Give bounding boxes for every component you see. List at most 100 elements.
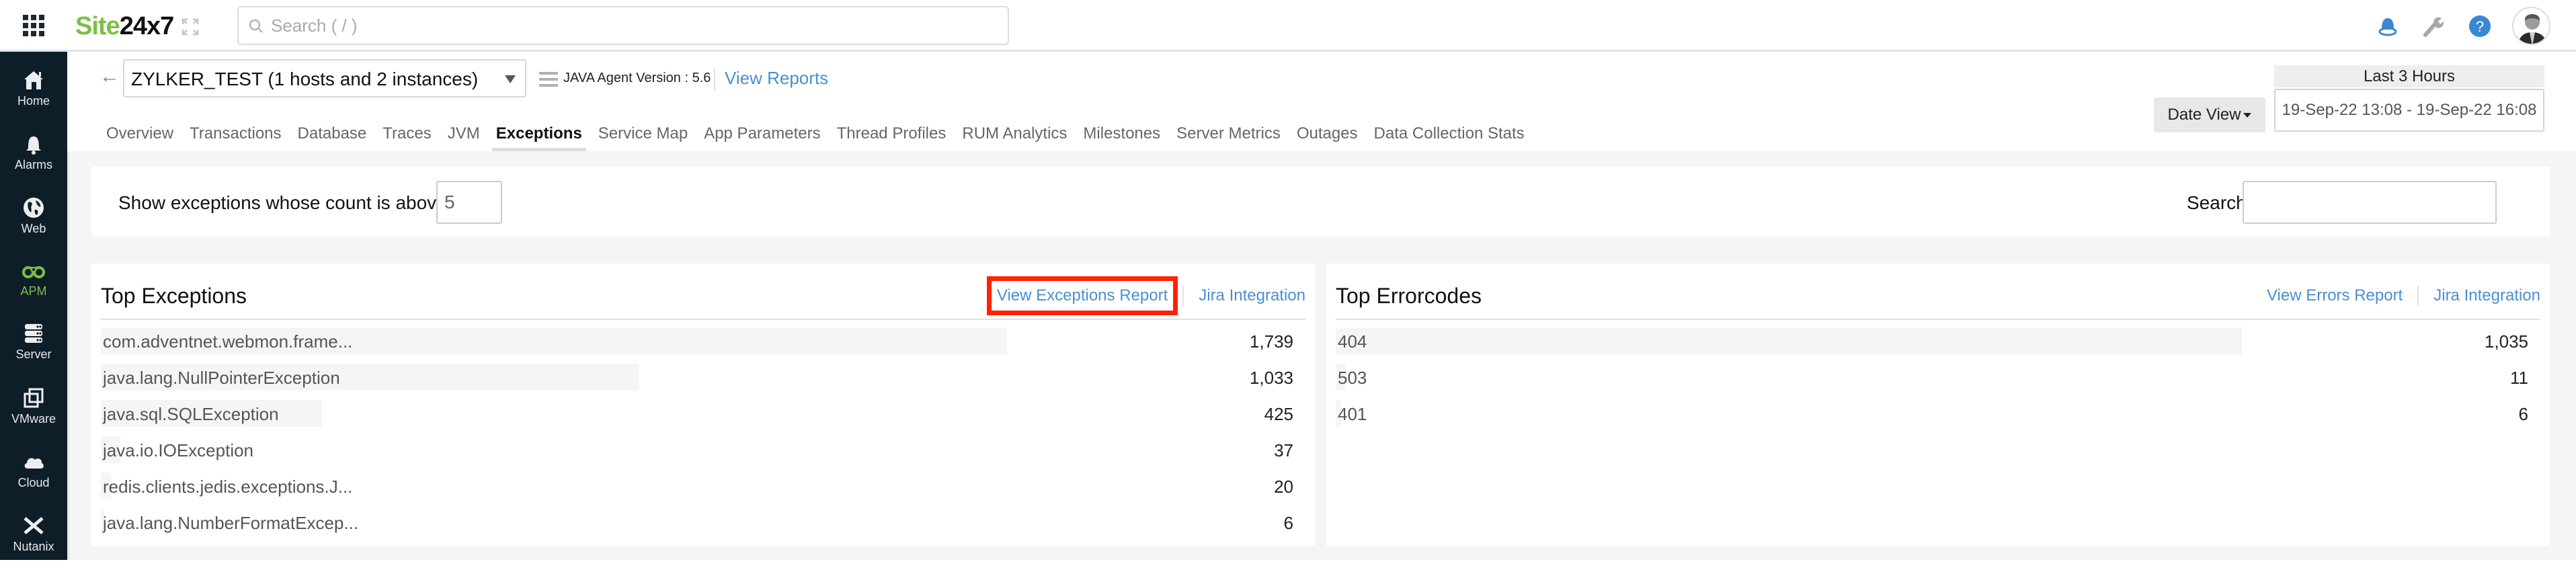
exception-count: 1,739 bbox=[1249, 331, 1293, 352]
divider bbox=[101, 319, 1305, 320]
exception-name: java.sql.SQLException bbox=[103, 404, 279, 424]
monitor-header: ← ZYLKER_TEST (1 hosts and 2 instances) … bbox=[67, 52, 2576, 152]
list-item[interactable]: java.io.IOException 37 bbox=[101, 436, 1305, 473]
tab-overview[interactable]: Overview bbox=[106, 119, 173, 151]
sidebar-item-label: Alarms bbox=[14, 158, 52, 171]
list-item[interactable]: java.lang.NumberFormatExcep... 6 bbox=[101, 509, 1305, 545]
divider bbox=[2417, 286, 2419, 306]
count-threshold-input[interactable] bbox=[436, 181, 502, 224]
list-item[interactable]: redis.clients.jedis.exceptions.J... 20 bbox=[101, 473, 1305, 509]
divider bbox=[1336, 319, 2540, 320]
date-range-field[interactable]: 19-Sep-22 13:08 - 19-Sep-22 16:08 bbox=[2274, 89, 2544, 132]
global-search-box[interactable] bbox=[237, 6, 1009, 45]
monitor-select-dropdown[interactable]: ZYLKER_TEST (1 hosts and 2 instances) bbox=[123, 59, 526, 97]
list-item[interactable]: 404 1,035 bbox=[1336, 327, 2540, 364]
user-silhouette-icon bbox=[2518, 14, 2547, 44]
time-period-label[interactable]: Last 3 Hours bbox=[2274, 65, 2544, 87]
exceptions-search-input[interactable] bbox=[2243, 181, 2497, 224]
monitor-select-value: ZYLKER_TEST (1 hosts and 2 instances) bbox=[131, 69, 479, 89]
sidebar: Home Alarms Web APM Server VMware Cloud … bbox=[0, 52, 67, 560]
expand-icon[interactable] bbox=[182, 18, 199, 36]
exception-name: java.lang.NullPointerException bbox=[103, 368, 340, 388]
logo-text-site: Site bbox=[75, 12, 120, 40]
errorcode-name: 404 bbox=[1338, 331, 1367, 352]
sidebar-item-nutanix[interactable]: Nutanix bbox=[0, 514, 67, 568]
binoculars-icon bbox=[22, 266, 45, 278]
sidebar-item-label: Server bbox=[15, 348, 52, 361]
svg-text:?: ? bbox=[2476, 18, 2484, 35]
logo-text-24x7: 24x7 bbox=[119, 12, 175, 40]
help-icon[interactable]: ? bbox=[2468, 15, 2491, 38]
jira-integration-link[interactable]: Jira Integration bbox=[1199, 286, 1305, 305]
list-item[interactable]: com.adventnet.webmon.frame... 1,739 bbox=[101, 327, 1305, 364]
view-errors-report-link[interactable]: View Errors Report bbox=[2267, 286, 2403, 305]
list-item[interactable]: 401 6 bbox=[1336, 400, 2540, 436]
list-item[interactable]: java.sql.SQLException 425 bbox=[101, 400, 1305, 436]
filter-bar: Show exceptions whose count is above Sea… bbox=[91, 167, 2550, 237]
list-item[interactable]: 503 11 bbox=[1336, 364, 2540, 400]
back-arrow-icon[interactable]: ← bbox=[99, 65, 120, 88]
tab-rum-analytics[interactable]: RUM Analytics bbox=[962, 119, 1067, 151]
globe-icon bbox=[24, 198, 44, 218]
divider bbox=[1182, 286, 1184, 306]
sidebar-item-home[interactable]: Home bbox=[0, 69, 67, 122]
apps-grid-icon[interactable] bbox=[23, 15, 44, 36]
monitor-tabs: Overview Transactions Database Traces JV… bbox=[106, 119, 1541, 152]
count-bar bbox=[1336, 327, 2242, 354]
site24x7-logo[interactable]: Site24x7 bbox=[75, 12, 175, 41]
wrench-icon[interactable] bbox=[2421, 15, 2444, 38]
sidebar-item-apm[interactable]: APM bbox=[0, 259, 67, 313]
tab-database[interactable]: Database bbox=[298, 119, 367, 151]
sidebar-item-web[interactable]: Web bbox=[0, 196, 67, 250]
errorcode-name: 401 bbox=[1338, 404, 1367, 424]
top-exceptions-panel: Top Exceptions View Exceptions Report Ji… bbox=[91, 263, 1315, 546]
errorcode-name: 503 bbox=[1338, 368, 1367, 388]
exceptions-list: com.adventnet.webmon.frame... 1,739 java.… bbox=[101, 327, 1305, 545]
sidebar-item-alarms[interactable]: Alarms bbox=[0, 132, 67, 186]
date-view-button[interactable]: Date View bbox=[2154, 97, 2265, 132]
tab-data-collection-stats[interactable]: Data Collection Stats bbox=[1374, 119, 1525, 151]
tab-traces[interactable]: Traces bbox=[383, 119, 431, 151]
tab-service-map[interactable]: Service Map bbox=[598, 119, 688, 151]
notification-bell-icon[interactable] bbox=[2376, 15, 2399, 38]
sidebar-item-cloud[interactable]: Cloud bbox=[0, 450, 67, 504]
panel-title: Top Exceptions bbox=[101, 284, 247, 308]
tab-exceptions[interactable]: Exceptions bbox=[491, 119, 586, 152]
tab-app-parameters[interactable]: App Parameters bbox=[704, 119, 820, 151]
user-avatar[interactable] bbox=[2512, 7, 2550, 45]
exception-count: 425 bbox=[1264, 404, 1293, 424]
sidebar-item-server[interactable]: Server bbox=[0, 322, 67, 376]
top-errorcodes-panel: Top Errorcodes View Errors Report Jira I… bbox=[1326, 263, 2550, 546]
tab-transactions[interactable]: Transactions bbox=[190, 119, 282, 151]
tab-server-metrics[interactable]: Server Metrics bbox=[1176, 119, 1281, 151]
search-label: Search bbox=[2187, 192, 2247, 213]
home-icon bbox=[24, 71, 43, 89]
sidebar-item-label: Nutanix bbox=[13, 540, 54, 553]
errorcode-count: 11 bbox=[2510, 368, 2528, 388]
sidebar-item-label: Web bbox=[21, 222, 46, 235]
tab-milestones[interactable]: Milestones bbox=[1083, 119, 1160, 151]
bell-icon bbox=[26, 136, 41, 155]
errorcodes-list: 404 1,035 503 11 401 6 bbox=[1336, 327, 2540, 436]
tab-jvm[interactable]: JVM bbox=[448, 119, 480, 151]
view-exceptions-report-link[interactable]: View Exceptions Report bbox=[986, 276, 1178, 315]
panel-title: Top Errorcodes bbox=[1336, 284, 1482, 308]
exception-count: 37 bbox=[1274, 440, 1293, 460]
jira-integration-link[interactable]: Jira Integration bbox=[2433, 286, 2540, 305]
tab-thread-profiles[interactable]: Thread Profiles bbox=[837, 119, 947, 151]
count-filter-label: Show exceptions whose count is above bbox=[118, 192, 447, 213]
chevron-down-icon bbox=[505, 75, 516, 83]
exception-name: java.io.IOException bbox=[103, 440, 254, 460]
list-item[interactable]: java.lang.NullPointerException 1,033 bbox=[101, 364, 1305, 400]
view-reports-link[interactable]: View Reports bbox=[725, 68, 828, 89]
caret-down-icon bbox=[2243, 113, 2252, 118]
server-icon bbox=[25, 324, 42, 343]
sidebar-item-vmware[interactable]: VMware bbox=[0, 387, 67, 440]
exception-count: 20 bbox=[1274, 477, 1293, 497]
agent-version-label: JAVA Agent Version : 5.6 bbox=[563, 71, 711, 85]
search-icon bbox=[249, 19, 263, 33]
sidebar-item-label: Home bbox=[17, 94, 50, 108]
menu-icon[interactable] bbox=[539, 72, 558, 87]
tab-outages[interactable]: Outages bbox=[1297, 119, 1358, 151]
global-search-input[interactable] bbox=[271, 11, 997, 40]
